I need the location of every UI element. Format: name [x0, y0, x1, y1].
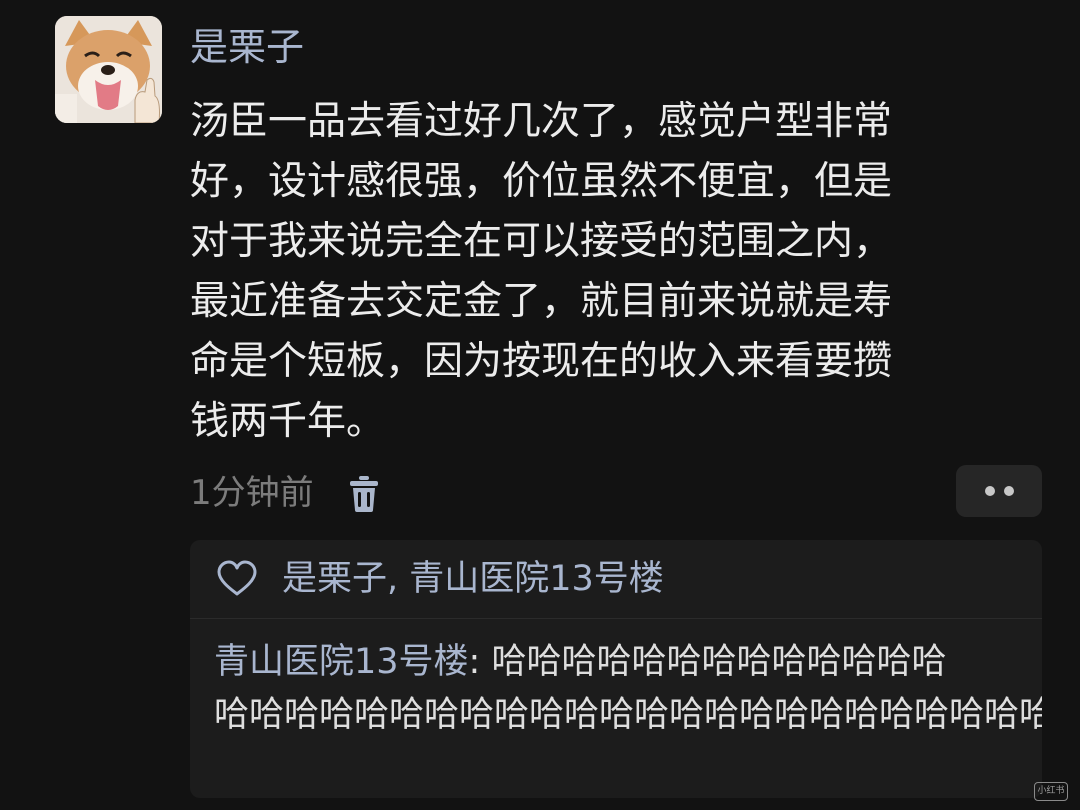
reply-separator: : — [468, 642, 492, 682]
more-options-button[interactable] — [956, 465, 1042, 517]
more-dots-icon — [1003, 486, 1014, 496]
comment-meta: 1分钟前 — [190, 468, 380, 518]
heart-outline-icon[interactable] — [216, 560, 258, 598]
comment-username[interactable]: 是栗子 — [190, 22, 304, 72]
reply-item: 青山医院13号楼: 哈哈哈哈哈哈哈哈哈哈哈哈哈 哈哈哈哈哈哈哈哈哈哈哈哈哈哈哈哈… — [214, 636, 1042, 742]
comment-timestamp: 1分钟前 — [190, 473, 314, 513]
shiba-dog-avatar-icon — [55, 16, 162, 123]
reply-author[interactable]: 青山医院13号楼 — [214, 642, 469, 682]
likes-row: 是栗子, 青山医院13号楼 — [216, 554, 664, 604]
more-dots-icon — [984, 486, 995, 496]
reply-panel: 是栗子, 青山医院13号楼 青山医院13号楼: 哈哈哈哈哈哈哈哈哈哈哈哈哈 哈哈… — [190, 540, 1042, 798]
user-avatar[interactable] — [55, 16, 162, 123]
liked-by-names[interactable]: 是栗子, 青山医院13号楼 — [282, 554, 664, 604]
trash-icon[interactable] — [348, 473, 380, 513]
reply-divider — [190, 618, 1042, 619]
app-watermark: 小红书 — [1034, 782, 1068, 801]
comment-text: 汤臣一品去看过好几次了，感觉户型非常 好，设计感很强，价位虽然不便宜，但是 对于… — [190, 99, 893, 444]
